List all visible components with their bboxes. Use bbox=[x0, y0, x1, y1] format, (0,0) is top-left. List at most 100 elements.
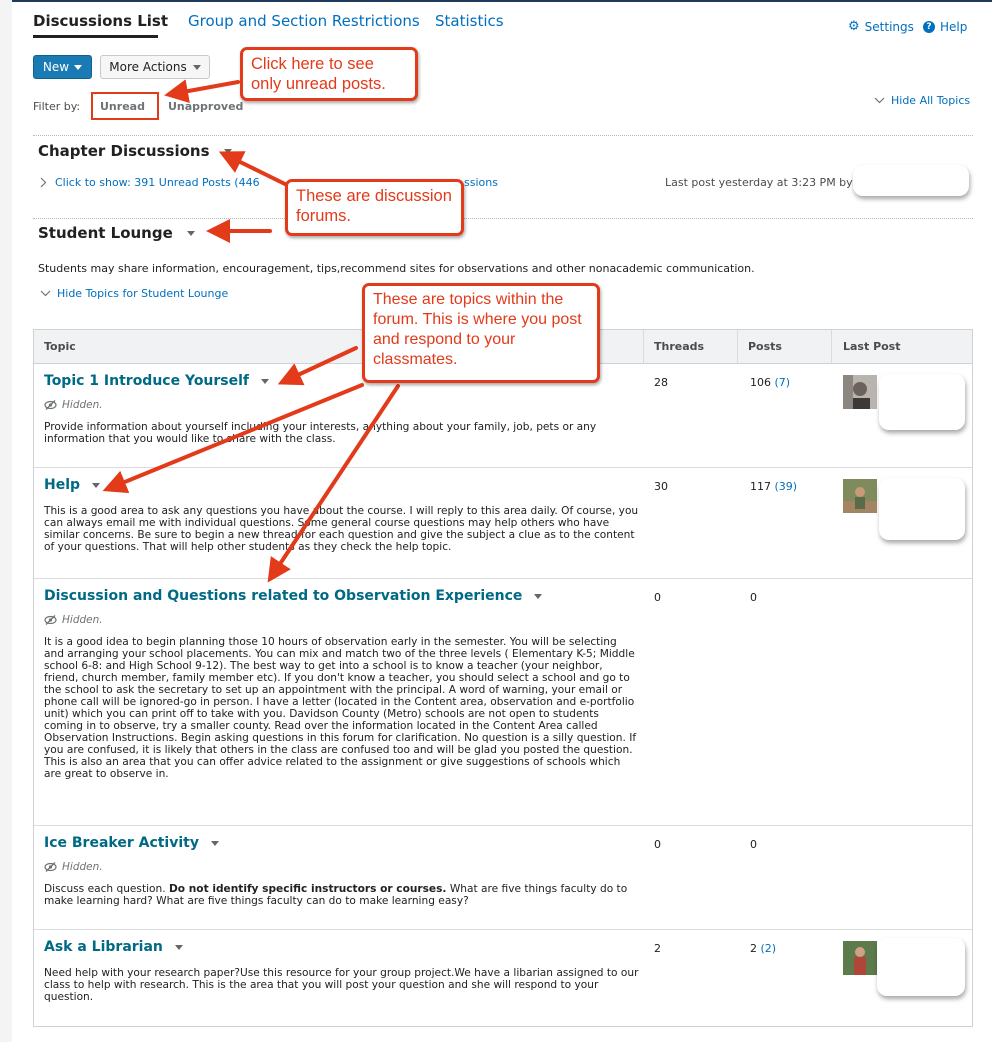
topic-title: Ice Breaker Activity bbox=[44, 835, 199, 851]
unread-posts-link[interactable]: (39) bbox=[775, 480, 798, 493]
topic-title: Topic 1 Introduce Yourself bbox=[44, 373, 250, 389]
column-separator bbox=[643, 330, 644, 363]
description-text: Discuss each question. bbox=[44, 883, 169, 895]
topic-menu-icon[interactable] bbox=[261, 378, 270, 384]
help-label: Help bbox=[940, 20, 968, 34]
topic-description: Discuss each question. Do not identify s… bbox=[44, 883, 639, 907]
threads-count: 28 bbox=[654, 376, 668, 389]
hidden-label: Hidden. bbox=[62, 399, 103, 411]
forum-description: Students may share information, encourag… bbox=[38, 262, 755, 275]
topic-menu-icon[interactable] bbox=[534, 593, 543, 599]
threads-count: 30 bbox=[654, 480, 668, 493]
forum-title: Student Lounge bbox=[38, 224, 173, 242]
hidden-label: Hidden. bbox=[62, 861, 103, 873]
divider bbox=[33, 218, 973, 219]
more-actions-button[interactable]: More Actions bbox=[100, 55, 210, 79]
chevron-down-icon bbox=[874, 97, 885, 104]
hide-topics-label: Hide Topics for Student Lounge bbox=[57, 287, 229, 300]
topic-menu-icon[interactable] bbox=[210, 840, 219, 846]
chevron-right-icon bbox=[40, 177, 47, 188]
topic-description: It is a good idea to begin planning thos… bbox=[44, 636, 637, 780]
forum-menu-icon[interactable] bbox=[186, 230, 195, 236]
topic-title: Help bbox=[44, 477, 81, 493]
table-row: Ask a Librarian Need help with your rese… bbox=[34, 930, 972, 1026]
callout-unread-tip: Click here to see only unread posts. bbox=[240, 47, 418, 101]
avatar bbox=[843, 941, 877, 975]
posts-count: 117 (39) bbox=[750, 480, 797, 493]
threads-count: 0 bbox=[654, 591, 661, 604]
forum-chapter-discussions[interactable]: Chapter Discussions bbox=[38, 142, 232, 160]
tab-group-section-restrictions[interactable]: Group and Section Restrictions bbox=[188, 12, 420, 30]
topic-title: Ask a Librarian bbox=[44, 939, 163, 955]
topic-title-link[interactable]: Topic 1 Introduce Yourself bbox=[44, 373, 270, 389]
table-row: Ice Breaker Activity Hidden. Discuss eac… bbox=[34, 826, 972, 930]
last-post-info: Last post yesterday at 3:23 PM by bbox=[665, 176, 853, 189]
topic-title-link[interactable]: Ice Breaker Activity bbox=[44, 835, 219, 851]
hide-topics-link[interactable]: Hide Topics for Student Lounge bbox=[40, 287, 228, 300]
show-topics-label-tail[interactable]: ssions bbox=[464, 176, 498, 189]
hidden-label: Hidden. bbox=[62, 614, 103, 626]
unread-highlight-box bbox=[91, 92, 159, 120]
topic-description: This is a good area to ask any questions… bbox=[44, 505, 639, 553]
hide-all-topics-link[interactable]: Hide All Topics bbox=[874, 94, 970, 107]
topic-title-link[interactable]: Ask a Librarian bbox=[44, 939, 183, 955]
forum-menu-icon[interactable] bbox=[223, 148, 232, 154]
filter-unapproved[interactable]: Unapproved bbox=[168, 100, 243, 113]
eye-slash-icon bbox=[44, 615, 57, 625]
table-row: Help This is a good area to ask any ques… bbox=[34, 468, 972, 579]
topic-description: Need help with your research paper?Use t… bbox=[44, 967, 639, 1003]
help-icon: ? bbox=[923, 21, 935, 33]
help-link[interactable]: ? Help bbox=[923, 20, 967, 34]
posts-total: 117 bbox=[750, 480, 771, 493]
posts-count: 0 bbox=[750, 838, 757, 851]
posts-count: 2 (2) bbox=[750, 942, 776, 955]
column-separator bbox=[831, 330, 832, 363]
threads-count: 0 bbox=[654, 838, 661, 851]
topic-menu-icon[interactable] bbox=[92, 482, 101, 488]
gear-icon: ⚙ bbox=[848, 19, 860, 34]
threads-count: 2 bbox=[654, 942, 661, 955]
show-topics-link[interactable]: Click to show: 391 Unread Posts (446 bbox=[40, 176, 260, 189]
column-last-post: Last Post bbox=[843, 340, 901, 353]
author-card bbox=[877, 938, 965, 996]
author-card bbox=[879, 478, 965, 540]
tab-discussions-list[interactable]: Discussions List bbox=[33, 12, 168, 30]
column-topic: Topic bbox=[44, 340, 76, 353]
active-tab-indicator bbox=[33, 35, 158, 38]
callout-topics-tip: These are topics within the forum. This … bbox=[362, 283, 600, 383]
posts-total: 2 bbox=[750, 942, 757, 955]
author-card bbox=[853, 165, 969, 196]
callout-forums-tip: These are discussion forums. bbox=[285, 179, 464, 236]
column-posts: Posts bbox=[748, 340, 782, 353]
posts-count: 0 bbox=[750, 591, 757, 604]
divider bbox=[33, 135, 973, 136]
new-button[interactable]: New bbox=[33, 55, 92, 79]
forum-student-lounge[interactable]: Student Lounge bbox=[38, 224, 195, 242]
forum-title: Chapter Discussions bbox=[38, 142, 210, 160]
chevron-down-icon bbox=[40, 290, 51, 297]
topic-menu-icon[interactable] bbox=[174, 944, 183, 950]
topics-table: Topic Threads Posts Last Post Topic 1 In… bbox=[33, 329, 973, 1027]
hidden-indicator: Hidden. bbox=[44, 861, 103, 873]
settings-link[interactable]: ⚙ Settings bbox=[848, 20, 914, 34]
chevron-down-icon bbox=[192, 64, 201, 70]
avatar bbox=[843, 375, 877, 409]
column-threads: Threads bbox=[654, 340, 705, 353]
hide-all-topics-label: Hide All Topics bbox=[891, 94, 971, 107]
eye-slash-icon bbox=[44, 400, 57, 410]
new-button-label: New bbox=[42, 60, 70, 74]
posts-count: 106 (7) bbox=[750, 376, 790, 389]
settings-label: Settings bbox=[864, 20, 914, 34]
eye-slash-icon bbox=[44, 862, 57, 872]
show-topics-label: Click to show: 391 Unread Posts (446 bbox=[55, 176, 260, 189]
chevron-down-icon bbox=[74, 64, 83, 70]
tab-statistics[interactable]: Statistics bbox=[435, 12, 504, 30]
unread-posts-link[interactable]: (2) bbox=[761, 942, 777, 955]
topic-description: Provide information about yourself inclu… bbox=[44, 421, 597, 445]
topic-title-link[interactable]: Help bbox=[44, 477, 101, 493]
filter-label: Filter by: bbox=[33, 100, 81, 113]
topic-title-link[interactable]: Discussion and Questions related to Obse… bbox=[44, 588, 543, 604]
more-actions-label: More Actions bbox=[109, 60, 187, 74]
table-row: Discussion and Questions related to Obse… bbox=[34, 579, 972, 826]
unread-posts-link[interactable]: (7) bbox=[775, 376, 791, 389]
